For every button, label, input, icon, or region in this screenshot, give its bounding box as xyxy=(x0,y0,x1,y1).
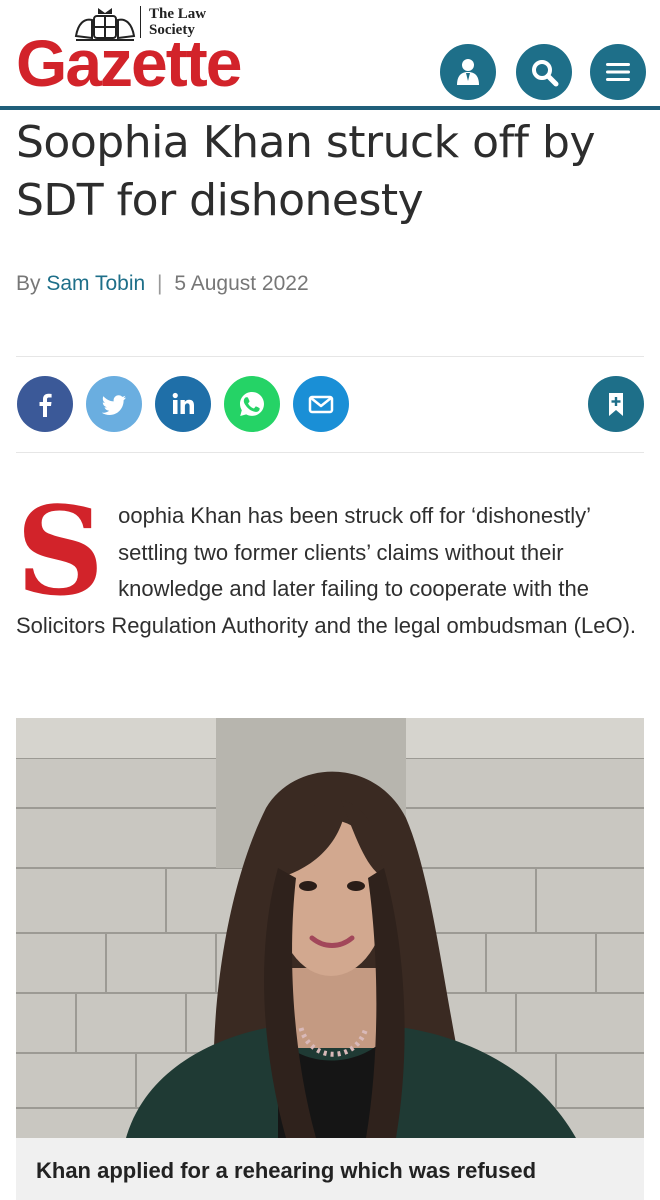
photo-caption: Khan applied for a rehearing which was r… xyxy=(16,1138,644,1200)
whatsapp-icon xyxy=(240,392,264,416)
article-headline: Soophia Khan struck off by SDT for disho… xyxy=(16,117,596,226)
article-photo xyxy=(16,718,644,1138)
gazette-wordmark: Gazette xyxy=(16,26,242,100)
society-line-1: The Law xyxy=(149,6,207,22)
drop-cap: S xyxy=(16,479,105,623)
lead-text: oophia Khan has been struck off for ‘dis… xyxy=(16,503,637,638)
bookmark-button[interactable] xyxy=(588,376,644,432)
header-divider xyxy=(0,106,660,110)
menu-icon xyxy=(606,63,630,81)
account-button[interactable] xyxy=(440,44,496,100)
author-link[interactable]: Sam Tobin xyxy=(46,272,145,295)
linkedin-icon xyxy=(172,392,194,414)
portrait-photo-illustration xyxy=(16,718,644,1138)
share-email-button[interactable] xyxy=(293,376,349,432)
byline-separator: | xyxy=(157,272,163,295)
share-whatsapp-button[interactable] xyxy=(224,376,280,432)
article-lead-paragraph: Soophia Khan has been struck off for ‘di… xyxy=(16,479,637,644)
facebook-icon xyxy=(39,393,52,417)
email-icon xyxy=(308,395,334,414)
share-twitter-button[interactable] xyxy=(86,376,142,432)
bookmark-add-icon xyxy=(609,393,623,416)
menu-button[interactable] xyxy=(590,44,646,100)
user-icon xyxy=(457,59,479,85)
site-header: The Law Society Gazette xyxy=(0,0,660,110)
caption-text: Khan applied for a rehearing which was r… xyxy=(36,1158,537,1183)
twitter-icon xyxy=(101,395,126,415)
share-bottom-divider xyxy=(16,452,644,453)
share-linkedin-button[interactable] xyxy=(155,376,211,432)
search-button[interactable] xyxy=(516,44,572,100)
publish-date: 5 August 2022 xyxy=(174,272,309,295)
byline: By Sam Tobin | 5 August 2022 xyxy=(16,270,309,298)
by-prefix: By xyxy=(16,272,41,295)
share-facebook-button[interactable] xyxy=(17,376,73,432)
gazette-logo[interactable]: The Law Society Gazette xyxy=(16,4,276,100)
search-icon xyxy=(532,60,559,87)
share-top-divider xyxy=(16,356,644,357)
